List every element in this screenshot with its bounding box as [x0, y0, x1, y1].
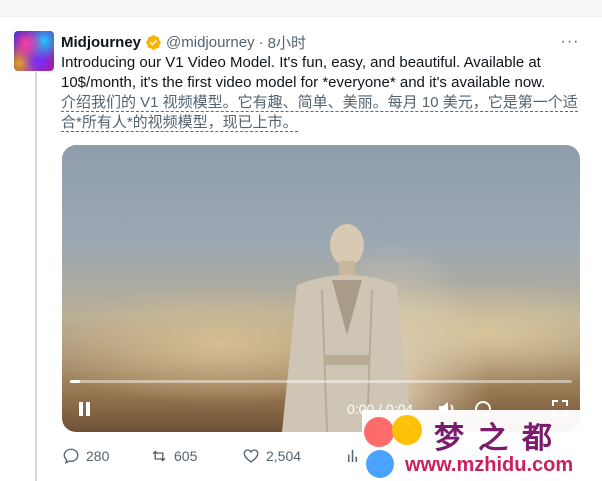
tweet-header: Midjourney @midjourney · 8小时: [61, 32, 306, 52]
watermark-title: 梦之都: [434, 421, 566, 456]
watermark-logo-red: [364, 417, 394, 447]
watermark-logo-blue: [366, 450, 394, 478]
tweet-translation: 介绍我们的 V1 视频模型。它有趣、简单、美丽。每月 10 美元，它是第一个适合…: [61, 93, 581, 133]
separator-dot: ·: [258, 33, 264, 51]
reply-icon: [63, 448, 79, 465]
reply-button[interactable]: 280: [62, 447, 109, 465]
watermark-logo-yellow: [392, 415, 422, 445]
video-progress-bar[interactable]: [70, 380, 572, 383]
reply-count: 280: [86, 448, 110, 464]
translated-text: 介绍我们的 V1 视频模型。它有趣、简单、美丽。每月 10 美元，它是第一个适合…: [61, 94, 578, 132]
tweet-time[interactable]: 8小时: [268, 32, 306, 53]
views-chart-icon: [348, 450, 357, 462]
video-player[interactable]: 0:00 / 0:04: [62, 145, 580, 432]
repost-icon: [152, 450, 166, 462]
pause-icon[interactable]: [76, 400, 94, 418]
video-frame-model-figure: [282, 224, 412, 432]
repost-button[interactable]: 605: [150, 447, 197, 465]
avatar[interactable]: [14, 31, 54, 71]
tweet-text: Introducing our V1 Video Model. It's fun…: [61, 53, 591, 93]
verified-badge-icon[interactable]: [145, 34, 162, 51]
author-name[interactable]: Midjourney: [61, 34, 141, 51]
repost-count: 605: [174, 448, 198, 464]
previous-tweet-edge: [0, 0, 602, 17]
tweet-text-english: Introducing our V1 Video Model. It's fun…: [61, 54, 546, 91]
author-handle[interactable]: @midjourney: [166, 34, 255, 51]
watermark: 梦之都 www.mzhidu.com: [362, 410, 602, 481]
more-options-icon[interactable]: ···: [559, 32, 581, 52]
thread-line: [35, 72, 37, 481]
like-button[interactable]: 2,504: [242, 447, 301, 465]
video-progress-fill: [70, 380, 81, 383]
heart-icon: [243, 449, 259, 463]
like-count: 2,504: [266, 448, 302, 464]
watermark-url: www.mzhidu.com: [405, 454, 574, 476]
